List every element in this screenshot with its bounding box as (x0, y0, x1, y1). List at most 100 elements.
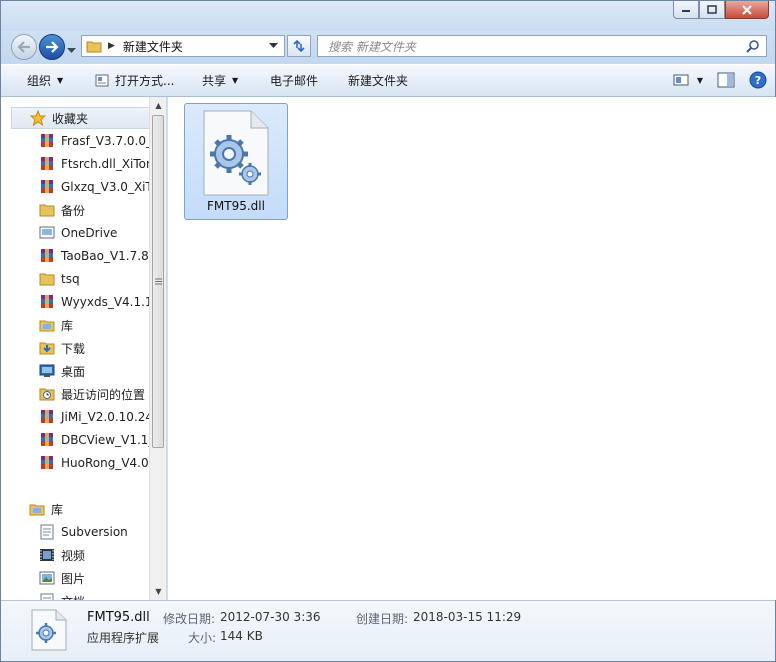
back-button[interactable] (11, 34, 37, 60)
view-controls: ▼ ? (673, 71, 767, 89)
subversion-library-icon (40, 524, 54, 540)
sidebar-item-onedrive[interactable]: OneDrive (39, 222, 149, 244)
minimize-icon (682, 9, 690, 12)
close-button[interactable] (725, 1, 769, 19)
folder-icon (39, 273, 55, 286)
winrar-archive-icon (41, 134, 53, 147)
created-date-label: 创建日期: (356, 612, 409, 626)
sidebar-library-3[interactable]: 图片 (39, 567, 149, 589)
chevron-down-icon (67, 48, 76, 53)
refresh-button[interactable] (287, 35, 311, 57)
sidebar-item-label: 最近访问的位置 (61, 387, 146, 402)
breadcrumb-separator-icon[interactable]: ▶ (108, 41, 115, 51)
sidebar-item-label: DBCView_V1.1_ (61, 433, 149, 447)
address-path[interactable]: 新建文件夹 (123, 38, 269, 55)
sidebar-item-label: Subversion (61, 525, 128, 539)
maximize-button[interactable] (699, 1, 725, 19)
sidebar-item-label: 备份 (61, 203, 86, 218)
winrar-archive-icon (41, 180, 53, 193)
minimize-button[interactable] (673, 1, 699, 19)
search-icon[interactable] (746, 39, 760, 53)
arrow-right-icon (46, 41, 59, 53)
open-with-label: 打开方式... (115, 74, 175, 88)
change-view-button[interactable]: ▼ (673, 73, 703, 87)
library-icon (29, 504, 45, 516)
scroll-up-icon[interactable]: ▲ (150, 97, 166, 114)
email-button[interactable]: 电子邮件 (270, 65, 318, 96)
sidebar-item-wyyxds-v4-1-1[interactable]: Wyyxds_V4.1.1. (39, 291, 149, 313)
new-folder-label: 新建文件夹 (348, 74, 409, 88)
new-folder-button[interactable]: 新建文件夹 (348, 65, 408, 96)
file-name: FMT95.dll (207, 199, 265, 213)
title-bar[interactable] (1, 1, 775, 31)
command-bar: 组织 ▼ 打开方式... 共享 ▼ 电子邮件 新建文件夹 ▼ ? (1, 64, 775, 97)
recent-places-icon (39, 388, 55, 401)
sidebar-item-9[interactable]: 库 (39, 314, 149, 336)
scroll-thumb[interactable] (152, 115, 164, 448)
sidebar-library-2[interactable]: 视频 (39, 544, 149, 566)
sidebar-item-10[interactable]: 下载 (39, 337, 149, 359)
winrar-archive-icon (41, 456, 53, 469)
sidebar-item-label: 文档 (61, 593, 85, 601)
sidebar-item-label: 库 (61, 318, 74, 333)
sidebar-item-label: Wyyxds_V4.1.1. (61, 295, 149, 309)
sidebar-library-subversion[interactable]: Subversion (39, 521, 149, 543)
sidebar-item-label: tsq (61, 272, 80, 286)
svg-text:?: ? (755, 74, 761, 87)
sidebar-item-dbcview-v1-1[interactable]: DBCView_V1.1_ (39, 429, 149, 451)
modified-date-label: 修改日期: (163, 612, 216, 626)
dll-gear-file-icon (203, 110, 269, 196)
sidebar-item-favorites[interactable]: 收藏夹 (11, 107, 151, 129)
sidebar-item-libraries[interactable]: 库 (29, 498, 63, 520)
created-date-value: 2018-03-15 11:29 (413, 610, 522, 624)
navigation-pane[interactable]: 收藏夹 Frasf_V3.7.0.0_X Ftsrch.dll_XiTon Glxz… (1, 97, 166, 600)
organize-menu[interactable]: 组织 ▼ (27, 65, 63, 96)
sidebar-item-label: Frasf_V3.7.0.0_X (61, 134, 149, 148)
sidebar-library-4[interactable]: 文档 (39, 590, 149, 600)
dropdown-arrow-icon: ▼ (232, 76, 239, 85)
file-list-pane[interactable]: FMT95.dll (167, 97, 776, 600)
sidebar-item-frasf-v3-7-0-0-x[interactable]: Frasf_V3.7.0.0_X (39, 130, 149, 152)
folder-icon (39, 204, 55, 217)
library-icon (39, 320, 55, 332)
share-menu[interactable]: 共享 ▼ (202, 65, 238, 96)
chevron-down-icon[interactable] (269, 43, 278, 49)
sidebar-item-tsq[interactable]: tsq (39, 268, 149, 290)
sidebar-item-label: 收藏夹 (52, 111, 89, 126)
grip-icon (154, 278, 162, 285)
sidebar-item-11[interactable]: 桌面 (39, 360, 149, 382)
scroll-down-icon[interactable]: ▼ (150, 583, 166, 600)
forward-button[interactable] (39, 34, 65, 60)
sidebar-item-label: 下载 (61, 341, 86, 356)
chevron-down-icon: ▼ (696, 75, 703, 85)
onedrive-icon (39, 226, 55, 239)
sidebar-item-glxzq-v3-0-xito[interactable]: Glxzq_V3.0_XiTo (39, 176, 149, 198)
preview-pane-icon[interactable] (717, 72, 735, 88)
videos-library-icon (40, 549, 54, 561)
star-icon (30, 110, 46, 126)
file-item[interactable]: FMT95.dll (184, 103, 288, 220)
open-with-button[interactable]: 打开方式... (95, 65, 174, 96)
dll-gear-file-icon (31, 609, 67, 651)
sidebar-item-4[interactable]: 备份 (39, 199, 149, 221)
sidebar-item-label: Glxzq_V3.0_XiTo (61, 180, 149, 194)
winrar-archive-icon (41, 249, 53, 262)
sidebar-item-12[interactable]: 最近访问的位置 (39, 383, 149, 405)
sidebar-item-huorong-v4-0[interactable]: HuoRong_V4.0. (39, 452, 149, 474)
sidebar-item-taobao-v1-7-8[interactable]: TaoBao_V1.7.8. (39, 245, 149, 267)
sidebar-item-label: 视频 (61, 548, 86, 563)
search-input[interactable]: 搜索 新建文件夹 (328, 38, 746, 55)
address-bar[interactable]: ▶ 新建文件夹 (81, 35, 285, 57)
sidebar-item-ftsrch-dll-xiton[interactable]: Ftsrch.dll_XiTon (39, 153, 149, 175)
recent-pages-dropdown[interactable] (67, 43, 76, 57)
size-label: 大小: (188, 631, 217, 645)
sidebar-item-jimi-v2-0-10-24[interactable]: JiMi_V2.0.10.24_ (39, 406, 149, 428)
help-icon[interactable]: ? (749, 71, 767, 89)
navigation-scrollbar[interactable]: ▲ ▼ (149, 97, 166, 600)
sidebar-item-label: Ftsrch.dll_XiTon (61, 157, 149, 171)
maximize-icon (707, 5, 717, 14)
organize-label: 组织 (27, 74, 52, 88)
documents-library-icon (40, 593, 54, 600)
explorer-window: ▶ 新建文件夹 搜索 新建文件夹 组织 ▼ 打开方式... 共享 ▼ 电子邮件 新建… (0, 0, 776, 662)
search-box[interactable]: 搜索 新建文件夹 (317, 35, 767, 57)
